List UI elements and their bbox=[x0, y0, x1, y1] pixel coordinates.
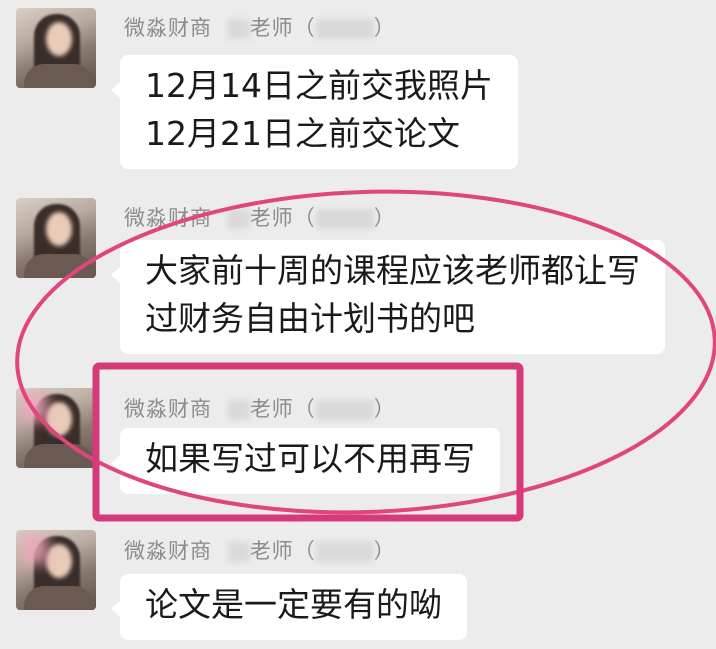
sender-teacher: 老师（ bbox=[249, 206, 316, 230]
sender-group: 微淼财商 bbox=[124, 206, 212, 230]
sender-name: 微淼财商 老师（ ） bbox=[124, 535, 396, 565]
sender-group: 微淼财商 bbox=[124, 397, 212, 421]
avatar-face bbox=[46, 22, 72, 56]
avatar-body bbox=[24, 586, 94, 610]
sender-group: 微淼财商 bbox=[124, 16, 212, 40]
chat-window: 微淼财商 老师（ ） 12月14日之前交我照片 12月21日之前交论文 微淼财商 … bbox=[0, 0, 716, 649]
message-bubble[interactable]: 12月14日之前交我照片 12月21日之前交论文 bbox=[111, 55, 518, 169]
avatar[interactable] bbox=[16, 8, 96, 88]
redacted-name bbox=[315, 19, 374, 39]
avatar-face bbox=[46, 402, 72, 436]
message-line: 如果写过可以不用再写 bbox=[145, 439, 475, 478]
message-line: 12月14日之前交我照片 bbox=[145, 66, 493, 105]
redacted-name bbox=[315, 400, 374, 420]
message-bubble[interactable]: 如果写过可以不用再写 bbox=[111, 428, 500, 494]
sender-name: 微淼财商 老师（ ） bbox=[124, 393, 396, 423]
avatar-body bbox=[24, 444, 94, 468]
avatar[interactable] bbox=[16, 198, 96, 278]
avatar-face bbox=[46, 544, 72, 578]
sender-group: 微淼财商 bbox=[124, 539, 212, 563]
redacted-name bbox=[227, 209, 250, 229]
message-line: 过财务自由计划书的吧 bbox=[145, 299, 475, 338]
sender-close: ） bbox=[373, 206, 396, 230]
sender-close: ） bbox=[373, 397, 396, 421]
redacted-name bbox=[315, 542, 374, 562]
sender-teacher: 老师（ bbox=[249, 539, 316, 563]
redaction-blur bbox=[22, 534, 48, 564]
message-line: 大家前十周的课程应该老师都让写 bbox=[145, 251, 640, 290]
sender-teacher: 老师（ bbox=[249, 397, 316, 421]
sender-close: ） bbox=[373, 16, 396, 40]
message-line: 12月21日之前交论文 bbox=[145, 114, 460, 153]
sender-name: 微淼财商 老师（ ） bbox=[124, 12, 396, 42]
avatar[interactable] bbox=[16, 530, 96, 610]
redaction-blur bbox=[22, 392, 48, 422]
message-bubble[interactable]: 论文是一定要有的呦 bbox=[111, 574, 467, 640]
sender-teacher: 老师（ bbox=[249, 16, 316, 40]
avatar-body bbox=[24, 254, 94, 278]
sender-name: 微淼财商 老师（ ） bbox=[124, 202, 396, 232]
avatar-body bbox=[24, 64, 94, 88]
redacted-name bbox=[227, 19, 250, 39]
message-line: 论文是一定要有的呦 bbox=[145, 585, 442, 624]
message-bubble[interactable]: 大家前十周的课程应该老师都让写 过财务自由计划书的吧 bbox=[111, 240, 665, 354]
sender-close: ） bbox=[373, 539, 396, 563]
redacted-name bbox=[315, 209, 374, 229]
avatar[interactable] bbox=[16, 388, 96, 468]
redacted-name bbox=[227, 400, 250, 420]
redacted-name bbox=[227, 542, 250, 562]
avatar-face bbox=[46, 212, 72, 246]
